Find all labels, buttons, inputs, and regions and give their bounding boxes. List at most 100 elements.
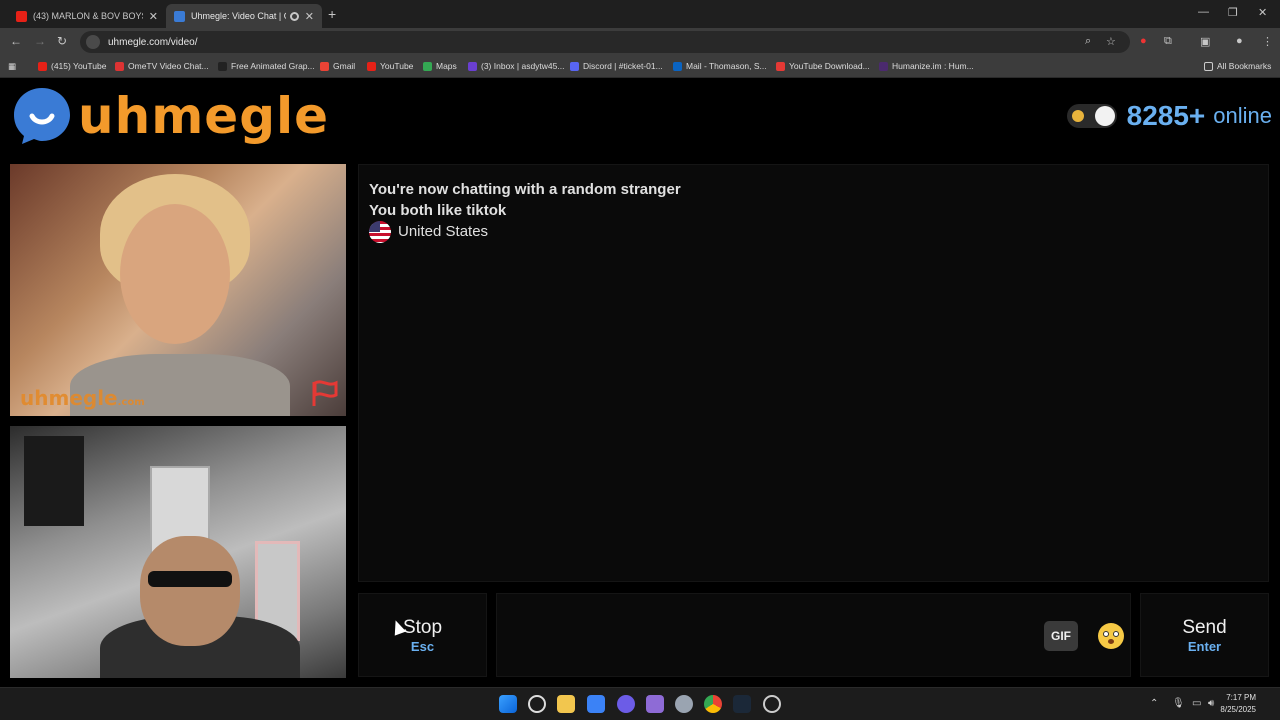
close-icon[interactable]: ✕ xyxy=(149,10,158,23)
stop-button[interactable]: Stop Esc xyxy=(358,593,487,677)
tab-youtube[interactable]: (43) MARLON & BOV BOYS GO ✕ xyxy=(8,4,166,28)
site-info-icon[interactable] xyxy=(86,35,100,49)
browser-tab-strip: (43) MARLON & BOV BOYS GO ✕ Uhmegle: Vid… xyxy=(0,0,1280,28)
extension-icon[interactable]: ● xyxy=(1140,35,1147,47)
bookmark-item[interactable]: Gmail xyxy=(320,61,355,71)
apps-icon[interactable]: ▦ xyxy=(8,61,16,72)
message-input[interactable] xyxy=(497,594,1057,676)
country-name: United States xyxy=(398,223,489,240)
message-box[interactable]: GIF xyxy=(496,593,1131,677)
tab-uhmegle[interactable]: Uhmegle: Video Chat | Ome ✕ xyxy=(166,4,322,28)
clock-time: 7:17 PM xyxy=(1226,693,1256,702)
chrome-icon[interactable] xyxy=(704,695,722,713)
pen-app-icon[interactable] xyxy=(646,695,664,713)
emoji-icon[interactable] xyxy=(1098,623,1124,649)
bookmark-item[interactable]: Maps xyxy=(423,61,457,71)
volume-icon[interactable]: 🔊︎ xyxy=(1208,698,1214,709)
bookmark-item[interactable]: YouTube xyxy=(367,61,413,71)
uhmegle-page: uhmegle 8285+ online uhmegle.com You're … xyxy=(0,78,1280,687)
inbox-icon xyxy=(468,61,477,71)
video-content xyxy=(120,204,230,344)
discord-icon xyxy=(570,61,579,71)
chat-interest-line: You both like tiktok xyxy=(369,202,507,219)
self-video xyxy=(10,426,346,678)
gif-button[interactable]: GIF xyxy=(1044,621,1078,651)
bookmark-item[interactable]: Discord | #ticket-01... xyxy=(570,61,663,71)
video-content xyxy=(24,436,84,526)
bookmark-item[interactable]: Humanize.im : Hum... xyxy=(879,61,974,71)
bookmark-item[interactable]: Mail - Thomason, S... xyxy=(673,61,767,71)
ometv-icon xyxy=(115,61,124,71)
send-button[interactable]: Send Enter xyxy=(1140,593,1269,677)
puzzle-icon[interactable]: ⧉ xyxy=(1164,35,1172,48)
chat-log[interactable]: You're now chatting with a random strang… xyxy=(358,164,1269,582)
bookmark-item[interactable]: Free Animated Grap... xyxy=(218,61,315,71)
close-window-icon[interactable]: ✕ xyxy=(1258,6,1267,19)
stranger-country: United States xyxy=(369,221,1258,243)
stop-shortcut: Esc xyxy=(410,638,435,654)
online-count: 8285+ xyxy=(1126,100,1206,131)
forward-icon[interactable]: → xyxy=(34,34,46,48)
toggle-knob xyxy=(1094,106,1115,126)
minimize-icon[interactable]: — xyxy=(1198,6,1209,18)
us-flag-icon xyxy=(369,221,391,243)
profile-icon[interactable]: ● xyxy=(1236,35,1243,47)
chat-bubble-icon xyxy=(14,88,70,144)
video-watermark: uhmegle.com xyxy=(20,386,145,410)
report-flag-icon[interactable] xyxy=(310,378,340,408)
bookmark-item[interactable]: OmeTV Video Chat... xyxy=(115,61,209,71)
new-tab-button[interactable]: + xyxy=(328,6,336,22)
sidepanel-icon[interactable]: ▣ xyxy=(1200,35,1210,48)
bookmarks-bar: ▦ (415) YouTube OmeTV Video Chat... Free… xyxy=(0,56,1280,78)
system-clock[interactable]: 7:17 PM 8/25/2025 xyxy=(1220,692,1256,716)
address-bar[interactable]: uhmegle.com/video/ xyxy=(80,31,1130,53)
file-explorer-icon[interactable] xyxy=(557,695,575,713)
send-shortcut: Enter xyxy=(1187,638,1222,654)
sun-icon xyxy=(1071,110,1084,122)
chevron-up-icon[interactable]: ⌃ xyxy=(1150,698,1158,709)
gmail-icon xyxy=(320,61,329,71)
bookmark-item[interactable]: (415) YouTube xyxy=(38,61,106,71)
bookmark-item[interactable]: (3) Inbox | asdytw45... xyxy=(468,61,564,71)
all-bookmarks[interactable]: All Bookmarks xyxy=(1204,61,1271,71)
graphics-icon xyxy=(218,61,227,71)
stranger-video: uhmegle.com xyxy=(10,164,346,416)
youtube-icon xyxy=(367,61,376,71)
search-icon[interactable] xyxy=(528,695,546,713)
site-logo[interactable]: uhmegle xyxy=(12,86,329,146)
folder-icon xyxy=(1204,61,1213,71)
settings-icon[interactable] xyxy=(675,695,693,713)
start-icon[interactable] xyxy=(499,695,517,713)
logo-text: uhmegle xyxy=(78,87,330,145)
video-content xyxy=(148,571,232,587)
app-icon[interactable] xyxy=(763,695,781,713)
clock-date: 8/25/2025 xyxy=(1220,705,1256,714)
uhmegle-icon xyxy=(174,10,185,22)
send-label: Send xyxy=(1182,616,1227,638)
tab-title: (43) MARLON & BOV BOYS GO xyxy=(33,11,143,21)
network-icon[interactable]: ▭ xyxy=(1192,698,1201,709)
maximize-icon[interactable]: ❐ xyxy=(1228,6,1238,19)
discord-icon[interactable] xyxy=(617,695,635,713)
store-icon[interactable] xyxy=(587,695,605,713)
windows-taskbar: ⌃ 🎙︎ ▭ 🔊︎ 7:17 PM 8/25/2025 xyxy=(0,687,1280,720)
video-content xyxy=(140,536,240,646)
microphone-icon[interactable]: 🎙︎ xyxy=(1172,698,1185,709)
back-icon[interactable]: ← xyxy=(10,34,22,48)
bookmark-item[interactable]: YouTube Download... xyxy=(776,61,870,71)
steam-icon[interactable] xyxy=(733,695,751,713)
close-icon[interactable]: ✕ xyxy=(305,10,314,23)
browser-toolbar: ← → ↻ uhmegle.com/video/ ⌕ ☆ ● ⧉ ▣ ● ⋮ xyxy=(0,28,1280,56)
outlook-icon xyxy=(673,61,682,71)
chat-status-line: You're now chatting with a random strang… xyxy=(369,181,681,198)
reload-icon[interactable]: ↻ xyxy=(57,34,67,48)
theme-toggle[interactable] xyxy=(1066,104,1117,128)
star-icon[interactable]: ☆ xyxy=(1106,35,1116,48)
recording-icon xyxy=(289,11,299,21)
youtube-icon xyxy=(38,61,47,71)
maps-icon xyxy=(423,61,432,71)
stop-label: Stop xyxy=(402,616,443,638)
menu-icon[interactable]: ⋮ xyxy=(1262,35,1273,48)
zoom-icon[interactable]: ⌕ xyxy=(1085,35,1091,48)
online-label: online xyxy=(1213,103,1272,128)
